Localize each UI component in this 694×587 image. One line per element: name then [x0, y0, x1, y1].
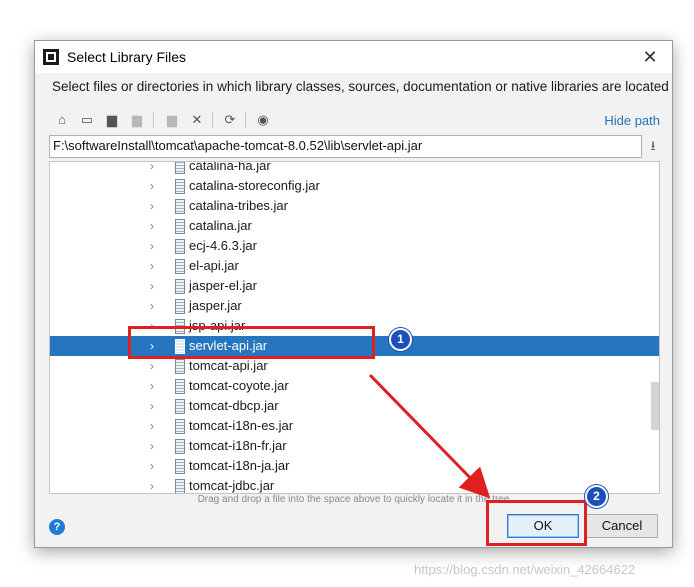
step-badge-1: 1 [389, 328, 412, 351]
highlight-servlet-api [128, 326, 375, 359]
highlight-ok-button [486, 500, 587, 546]
step-badge-2: 2 [585, 485, 608, 508]
watermark: https://blog.csdn.net/weixin_42664622 [414, 562, 636, 577]
